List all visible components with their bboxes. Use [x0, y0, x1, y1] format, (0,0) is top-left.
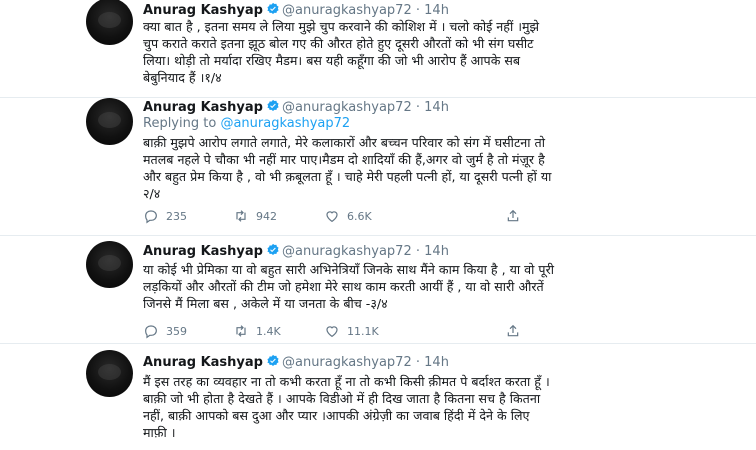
- speech-bubble-icon: [145, 325, 157, 339]
- retweet-arrows-icon: [236, 325, 246, 337]
- avatar[interactable]: [86, 241, 133, 288]
- speech-bubble-icon: [145, 210, 157, 224]
- separator-dot: ·: [415, 244, 421, 259]
- verified-badge-icon: [266, 99, 280, 117]
- tweet-text: मैं इस तरह का व्यवहार ना तो कभी करता हूँ…: [143, 374, 550, 440]
- replying-to-handle[interactable]: @anuragkashyap72: [220, 116, 350, 131]
- verified-badge-icon: [266, 354, 280, 372]
- tweet-header: Anurag Kashyap @anuragkashyap72 · 14h: [143, 354, 449, 372]
- like-count: 6.6K: [347, 209, 372, 223]
- retweet-button[interactable]: 1.4K: [233, 323, 281, 339]
- tweet-timestamp[interactable]: 14h: [424, 100, 449, 115]
- author-handle[interactable]: @anuragkashyap72: [282, 3, 412, 18]
- replying-to-label: Replying to: [143, 116, 217, 131]
- tweet-text: क्या बात है , इतना समय ले लिया मुझे चुप …: [143, 19, 540, 85]
- share-button[interactable]: [505, 323, 521, 339]
- reply-button[interactable]: 359: [143, 323, 187, 339]
- tweet-text: बाक़ी मुझपे आरोप लगाते लगाते, मेरे कलाका…: [143, 135, 552, 201]
- author-name[interactable]: Anurag Kashyap: [143, 3, 263, 18]
- tweet-timestamp[interactable]: 14h: [424, 355, 449, 370]
- tweet-actions: 359 1.4K 11.1K: [143, 323, 543, 343]
- avatar[interactable]: [86, 0, 133, 45]
- tweet-1[interactable]: Anurag Kashyap @anuragkashyap72 · 14h क्य…: [0, 0, 756, 98]
- share-button[interactable]: [505, 208, 521, 224]
- tweet-text: या कोई भी प्रेमिका या वो बहुत सारी अभिने…: [143, 262, 554, 311]
- share-upload-icon: [507, 209, 519, 222]
- author-name[interactable]: Anurag Kashyap: [143, 244, 263, 259]
- like-button[interactable]: 6.6K: [324, 208, 372, 224]
- reply-button[interactable]: 235: [143, 208, 187, 224]
- retweet-count: 942: [256, 209, 277, 223]
- heart-icon: [326, 326, 338, 338]
- retweet-count: 1.4K: [256, 324, 281, 338]
- tweet-4[interactable]: Anurag Kashyap @anuragkashyap72 · 14h मैं…: [0, 344, 756, 450]
- author-name[interactable]: Anurag Kashyap: [143, 100, 263, 115]
- author-name[interactable]: Anurag Kashyap: [143, 355, 263, 370]
- share-upload-icon: [507, 324, 519, 337]
- replying-to: Replying to @anuragkashyap72: [143, 116, 350, 131]
- like-count: 11.1K: [347, 324, 379, 338]
- retweet-button[interactable]: 942: [233, 208, 277, 224]
- tweet-2[interactable]: Anurag Kashyap @anuragkashyap72 · 14h Rep…: [0, 98, 756, 236]
- tweet-timestamp[interactable]: 14h: [424, 244, 449, 259]
- separator-dot: ·: [415, 3, 421, 18]
- avatar[interactable]: [86, 350, 133, 397]
- tweet-header: Anurag Kashyap @anuragkashyap72 · 14h: [143, 243, 449, 261]
- separator-dot: ·: [415, 100, 421, 115]
- separator-dot: ·: [415, 355, 421, 370]
- heart-icon: [326, 211, 338, 223]
- reply-count: 235: [166, 209, 187, 223]
- tweet-header: Anurag Kashyap @anuragkashyap72 · 14h: [143, 99, 449, 117]
- like-button[interactable]: 11.1K: [324, 323, 379, 339]
- verified-badge-icon: [266, 243, 280, 261]
- avatar[interactable]: [86, 98, 133, 145]
- reply-count: 359: [166, 324, 187, 338]
- author-handle[interactable]: @anuragkashyap72: [282, 355, 412, 370]
- author-handle[interactable]: @anuragkashyap72: [282, 244, 412, 259]
- tweet-3[interactable]: Anurag Kashyap @anuragkashyap72 · 14h या …: [0, 236, 756, 344]
- author-handle[interactable]: @anuragkashyap72: [282, 100, 412, 115]
- tweet-actions: 235 942 6.6K: [143, 208, 543, 228]
- tweet-timestamp[interactable]: 14h: [424, 3, 449, 18]
- retweet-arrows-icon: [236, 210, 246, 222]
